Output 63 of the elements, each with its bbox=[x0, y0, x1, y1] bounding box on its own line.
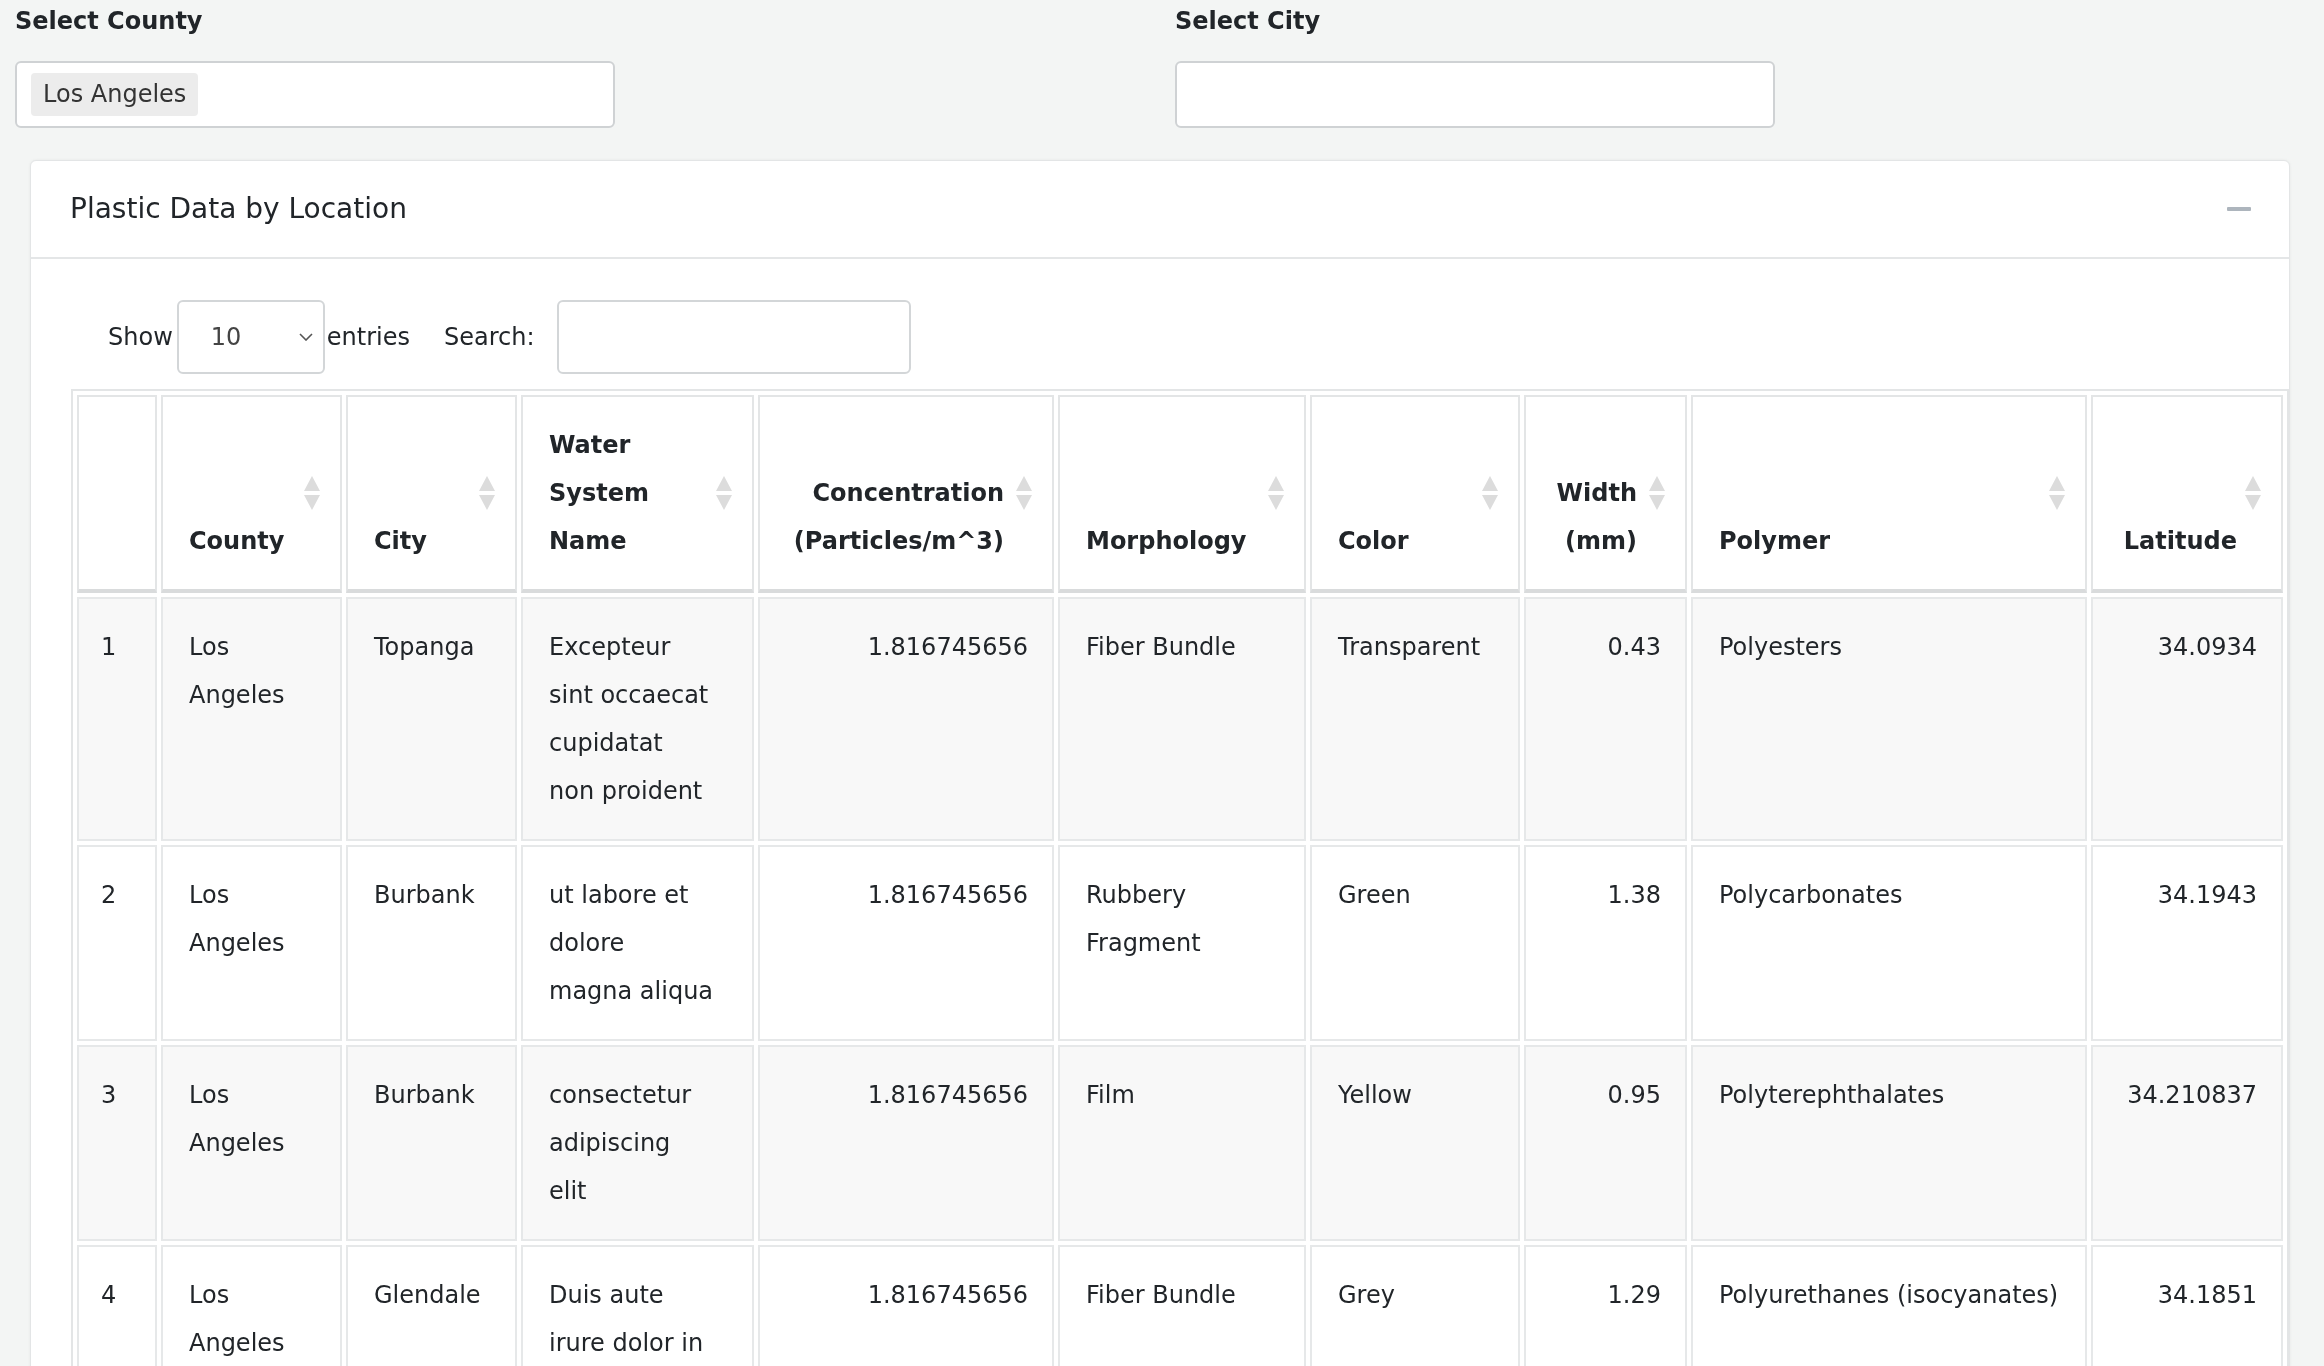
search-field[interactable] bbox=[556, 300, 911, 374]
table-cell: Los Angeles bbox=[161, 845, 342, 1041]
table-cell: 34.210837 bbox=[2091, 1045, 2283, 1241]
column-header[interactable]: County bbox=[161, 395, 342, 593]
select-field[interactable]: Los Angeles bbox=[15, 61, 615, 128]
collapse-button[interactable] bbox=[2227, 207, 2251, 211]
column-header[interactable]: Color bbox=[1310, 395, 1520, 593]
table-cell: consectetur adipiscing elit bbox=[521, 1045, 754, 1241]
table-cell: 34.1943 bbox=[2091, 845, 2283, 1041]
table-cell: Burbank bbox=[346, 1045, 517, 1241]
table-cell: Burbank bbox=[346, 845, 517, 1041]
selected-value-tag[interactable]: Los Angeles bbox=[31, 73, 199, 116]
search-label: Search: bbox=[443, 323, 535, 351]
table-cell: Transparent bbox=[1310, 597, 1520, 841]
table-cell: Los Angeles bbox=[161, 597, 342, 841]
table-cell: ut labore et dolore magna aliqua bbox=[521, 845, 754, 1041]
column-header[interactable]: Width (mm) bbox=[1524, 395, 1687, 593]
table-cell: Duis aute irure dolor in bbox=[521, 1245, 754, 1366]
table-cell: 0.43 bbox=[1524, 597, 1687, 841]
column-header[interactable]: City bbox=[346, 395, 517, 593]
table-cell: 1.29 bbox=[1524, 1245, 1687, 1366]
row-number-cell: 2 bbox=[77, 845, 157, 1041]
table-cell: Polycarbonates bbox=[1691, 845, 2087, 1041]
select-field[interactable] bbox=[1175, 61, 1775, 128]
row-number-cell: 3 bbox=[77, 1045, 157, 1241]
column-header[interactable]: Morphology bbox=[1058, 395, 1306, 593]
chevron-down-icon bbox=[298, 333, 313, 341]
entries-select[interactable]: 10 bbox=[176, 300, 325, 374]
table-cell: 1.816745656 bbox=[758, 1045, 1054, 1241]
table-cell: Fiber Bundle bbox=[1058, 1245, 1306, 1366]
column-header[interactable]: Polymer bbox=[1691, 395, 2087, 593]
field-label: Select City bbox=[1175, 6, 1322, 37]
table-cell: Fiber Bundle bbox=[1058, 597, 1306, 841]
show-label: Show bbox=[108, 323, 173, 351]
field-label: Select County bbox=[15, 6, 204, 37]
column-header[interactable]: Latitude bbox=[2091, 395, 2283, 593]
table-cell: Polyesters bbox=[1691, 597, 2087, 841]
table-cell: Los Angeles bbox=[161, 1245, 342, 1366]
table-cell: 0.95 bbox=[1524, 1045, 1687, 1241]
table-cell: Los Angeles bbox=[161, 1045, 342, 1241]
minus-icon bbox=[2227, 207, 2251, 211]
table-cell: 1.816745656 bbox=[758, 597, 1054, 841]
table-cell: Topanga bbox=[346, 597, 517, 841]
table-cell: 34.1851 bbox=[2091, 1245, 2283, 1366]
table-cell: Polyterephthalates bbox=[1691, 1045, 2087, 1241]
table-cell: 1.816745656 bbox=[758, 1245, 1054, 1366]
row-number-cell: 4 bbox=[77, 1245, 157, 1366]
table-cell: Rubbery Fragment bbox=[1058, 845, 1306, 1041]
table-cell: Green bbox=[1310, 845, 1520, 1041]
table-cell: 1.816745656 bbox=[758, 845, 1054, 1041]
table-cell: Yellow bbox=[1310, 1045, 1520, 1241]
panel-title: Plastic Data by Location bbox=[70, 191, 407, 227]
table-cell: Film bbox=[1058, 1045, 1306, 1241]
table-cell: Excepteur sint occaecat cupidatat non proident bbox=[521, 597, 754, 841]
table-cell: Grey bbox=[1310, 1245, 1520, 1366]
entries-label: entries bbox=[326, 323, 410, 351]
table-cell: Glendale bbox=[346, 1245, 517, 1366]
row-number-cell: 1 bbox=[77, 597, 157, 841]
column-header[interactable]: Concentration (Particles/m^3) bbox=[758, 395, 1054, 593]
table-cell: Polyurethanes (isocyanates) bbox=[1691, 1245, 2087, 1366]
table-cell: 34.0934 bbox=[2091, 597, 2283, 841]
table-cell: 1.38 bbox=[1524, 845, 1687, 1041]
column-header[interactable]: Water System Name bbox=[521, 395, 754, 593]
